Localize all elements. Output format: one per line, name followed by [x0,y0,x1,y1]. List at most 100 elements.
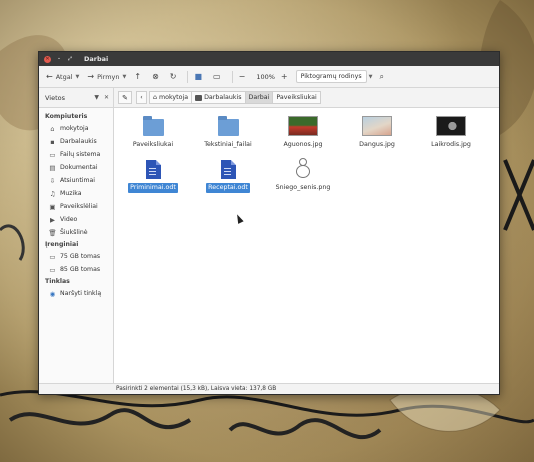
network-icon: ◉ [49,289,56,298]
sidebar-item-siuksline[interactable]: 🗑 Šiukšlinė [39,226,113,239]
file-item[interactable]: Paveiksliukai [118,114,188,150]
sidebar-item-video[interactable]: ▶ Video [39,213,113,226]
folder-icon [142,116,164,136]
file-item[interactable]: Receptai.odt [193,157,263,193]
sidebar-section-network: Tinklas [45,278,70,285]
breadcrumb-mokytoja[interactable]: ⌂ mokytoja [149,91,193,104]
document-icon [220,160,236,179]
close-icon[interactable]: ✕ [104,94,109,101]
sidebar-item-muzika[interactable]: ♫ Muzika [39,187,113,200]
pictures-icon: ▣ [49,202,56,211]
file-item[interactable]: Tekstiniai_failai [193,114,263,150]
home-icon: ⌂ [153,94,157,101]
forward-button[interactable]: → Pirmyn ▼ [84,70,129,84]
file-view[interactable]: Paveiksliukai Tekstiniai_failai Aguonos.… [114,108,499,383]
file-item[interactable]: Dangus.jpg [342,114,412,150]
file-item[interactable]: Sniego_senis.png [268,157,338,193]
file-name: Laikrodis.jpg [431,141,471,148]
toolbar-separator [187,70,189,83]
sidebar-item-atsiuntimai[interactable]: ⇩ Atsiuntimai [39,174,113,187]
sidebar-item-mokytoja[interactable]: ⌂ mokytoja [39,122,113,135]
disk-icon: ▭ [49,252,56,261]
file-name: Sniego_senis.png [275,184,331,191]
content-area: Kompiuteris ⌂ mokytoja ▪ Darbalaukis ▭ Fail… [39,108,499,383]
file-item[interactable]: Laikrodis.jpg [416,114,486,150]
edit-path-button[interactable]: ✎ [118,91,132,104]
document-icon [145,160,161,179]
breadcrumb-darbalaukis[interactable]: Darbalaukis [191,91,246,104]
chevron-down-icon: ▼ [75,73,80,80]
location-bar: Vietos ▼ ✕ ✎ ‹ ⌂ mokytoja Darbalaukis Da… [39,88,499,108]
zoom-level: 100% [256,72,275,81]
home-folder-button[interactable]: ■ [191,70,208,84]
folder-icon [217,116,239,136]
computer-button[interactable]: ▭ [210,70,227,84]
file-item[interactable]: Aguonos.jpg [268,114,338,150]
image-thumbnail [288,116,318,136]
reload-button[interactable]: ↻ [167,70,183,84]
forward-label: Pirmyn [97,72,120,81]
zoom-in-button[interactable]: + [278,70,294,84]
arrow-left-icon: ← [46,72,53,81]
disk-icon: ▭ [49,265,56,274]
desktop-icon: ▪ [50,137,55,146]
sidebar-item-browse-network[interactable]: ◉ Naršyti tinklą [39,287,113,300]
sidebar-item-dokumentai[interactable]: ▤ Dokumentai [39,161,113,174]
file-name: Tekstiniai_failai [204,141,252,148]
trash-icon: 🗑 [48,228,57,237]
stop-icon: ⊗ [152,72,159,81]
chevron-down-icon: ▼ [122,73,127,80]
music-icon: ♫ [49,189,56,198]
file-name: Paveiksliukai [132,141,174,148]
sidebar-item-85gb[interactable]: ▭ 85 GB tomas [39,263,113,276]
up-button[interactable]: ↑ [131,70,147,84]
sidebar-item-75gb[interactable]: ▭ 75 GB tomas [39,250,113,263]
plus-icon: + [280,72,288,81]
minimize-window-button[interactable]: – [56,56,62,63]
home-icon: ⌂ [50,124,55,133]
toolbar: ← Atgal ▼ → Pirmyn ▼ ↑ ⊗ ↻ ■ ▭ − 100% + … [39,66,499,88]
window-title: Darbai [84,55,109,63]
chevron-down-icon: ▼ [368,73,373,80]
snowman-thumbnail [293,157,313,179]
sidebar-item-failu-sistema[interactable]: ▭ Failų sistema [39,148,113,161]
pencil-icon: ✎ [122,93,128,102]
places-sidebar: Kompiuteris ⌂ mokytoja ▪ Darbalaukis ▭ Fail… [39,108,114,383]
download-icon: ⇩ [49,176,56,185]
video-icon: ▶ [50,215,55,224]
documents-icon: ▤ [49,163,56,172]
places-header: Vietos ▼ ✕ [39,88,114,107]
stop-button[interactable]: ⊗ [149,70,165,84]
arrow-up-icon: ↑ [134,72,142,81]
title-bar: ✕ – ⤢ Darbai [39,52,499,66]
view-mode-select[interactable]: Piktogramų rodinys [295,70,367,83]
zoom-out-button[interactable]: − [236,70,252,84]
arrow-right-icon: → [87,72,95,81]
file-name: Aguonos.jpg [283,141,323,148]
file-name: Dangus.jpg [359,141,395,148]
back-button[interactable]: ← Atgal ▼ [43,70,82,84]
maximize-window-button[interactable]: ⤢ [67,56,73,63]
sidebar-item-darbalaukis[interactable]: ▪ Darbalaukis [39,135,113,148]
image-thumbnail [362,116,392,136]
file-name: Receptai.odt [206,183,250,193]
back-label: Atgal [55,72,73,81]
breadcrumb-paveiksliukai[interactable]: Paveiksliukai [272,91,321,104]
desktop-icon [195,94,203,101]
file-item[interactable]: Priminimai.odt [118,157,188,193]
breadcrumb-darbai[interactable]: Darbai [244,91,274,104]
minus-icon: − [238,72,246,81]
places-title[interactable]: Vietos [45,94,65,102]
toolbar-separator [231,70,233,83]
search-button[interactable]: ⌕ [376,70,389,84]
breadcrumb-scroll-left[interactable]: ‹ [136,91,147,104]
close-window-button[interactable]: ✕ [44,55,51,63]
file-name: Priminimai.odt [128,183,178,193]
sidebar-item-paveiksleliai[interactable]: ▣ Paveikslėliai [39,200,113,213]
chevron-down-icon[interactable]: ▼ [94,94,99,101]
image-thumbnail [436,116,466,136]
sidebar-section-devices: Įrenginiai [45,241,79,248]
status-bar: Pasirinkti 2 elementai (15,3 kB), Laisva… [39,383,499,394]
sidebar-section-computer: Kompiuteris [45,113,88,120]
folder-home-icon: ■ [194,72,203,81]
